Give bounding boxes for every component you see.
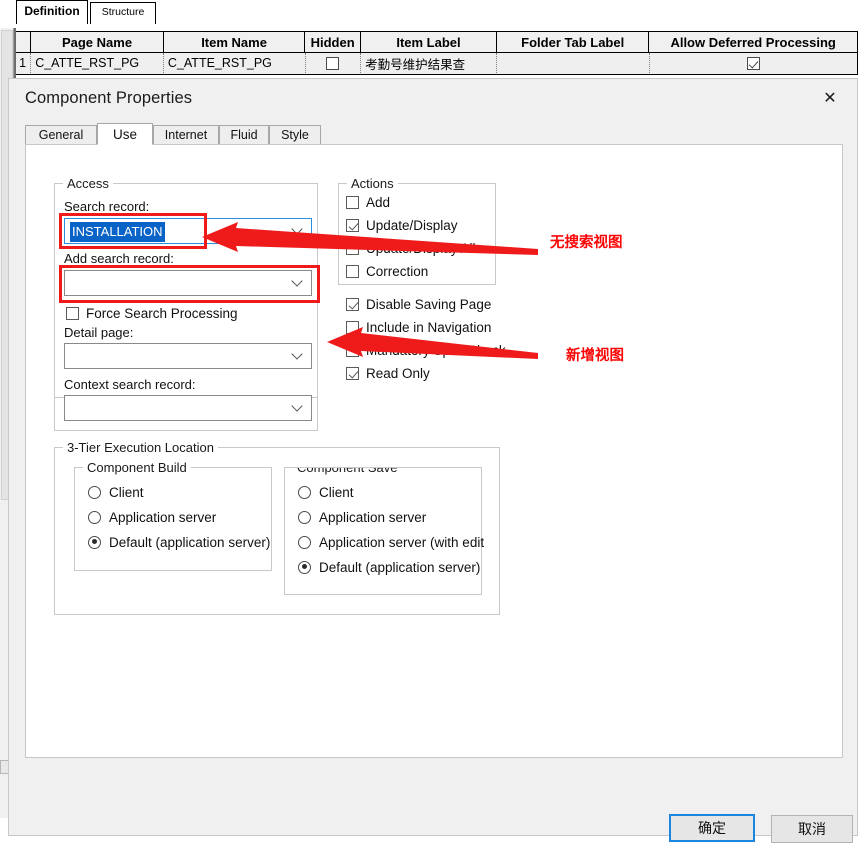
component-build-client-radio[interactable]: Client <box>88 482 144 502</box>
component-build-legend: Component Build <box>83 460 191 475</box>
grid-cell-item-name: C_ATTE_RST_PG <box>163 53 306 73</box>
close-icon[interactable]: ✕ <box>817 88 843 110</box>
read-only-label: Read Only <box>366 366 430 381</box>
grid-header-row: Page Name Item Name Hidden Item Label Fo… <box>15 32 857 53</box>
tab-style-label: Style <box>281 128 309 142</box>
grid-header-index <box>15 32 32 52</box>
component-build-app-server-label: Application server <box>109 509 217 525</box>
component-pages-grid: Page Name Item Name Hidden Item Label Fo… <box>14 31 858 75</box>
grid-header-allow-deferred: Allow Deferred Processing <box>649 32 857 52</box>
background-tabstrip: Definition Structure <box>0 0 858 26</box>
checkbox-box <box>346 242 359 255</box>
action-correction-checkbox[interactable]: Correction <box>346 262 428 281</box>
component-save-app-server-radio[interactable]: Application server <box>298 507 426 527</box>
include-in-navigation-label: Include in Navigation <box>366 320 492 335</box>
component-save-app-server-label: Application server <box>319 509 427 525</box>
annotation-label-no-search-view: 无搜索视图 <box>550 235 623 251</box>
grid-header-item-name: Item Name <box>163 32 306 52</box>
radio-circle <box>88 535 101 549</box>
tab-fluid[interactable]: Fluid <box>219 125 269 145</box>
tab-use-label: Use <box>112 127 137 142</box>
tab-internet-label: Internet <box>164 128 208 142</box>
component-save-legend: Component Save <box>293 468 402 475</box>
radio-circle <box>298 485 311 499</box>
grid-cell-page-name: C_ATTE_RST_PG <box>31 53 164 73</box>
component-properties-dialog: Component Properties ✕ General Use Inter… <box>8 78 858 843</box>
checkbox-box <box>346 265 359 278</box>
action-update-display-label: Update/Display <box>366 218 458 233</box>
component-build-app-server-radio[interactable]: Application server <box>88 507 216 527</box>
tab-use[interactable]: Use <box>97 123 153 145</box>
checkbox-box <box>346 219 359 232</box>
action-add-label: Add <box>366 195 391 210</box>
component-build-default-radio[interactable]: Default (application server) <box>88 532 270 552</box>
grid-cell-item-label: 考勤号维护结果查 <box>361 53 498 73</box>
action-update-display-all-label: Update/Display All <box>366 241 476 256</box>
grid-header-folder-tab-label: Folder Tab Label <box>497 32 650 52</box>
background-tab-definition-label: Definition <box>24 4 80 18</box>
background-tab-structure-label: Structure <box>101 6 145 18</box>
tab-general-label: General <box>38 128 84 142</box>
component-save-default-radio[interactable]: Default (application server) <box>298 557 480 577</box>
use-tab-panel: Access Search record: INSTALLATION Add s… <box>25 144 843 758</box>
include-in-navigation-checkbox[interactable]: Include in Navigation <box>346 318 491 337</box>
three-tier-group-legend: 3-Tier Execution Location <box>63 440 218 455</box>
grid-header-page-name: Page Name <box>31 32 164 52</box>
component-save-app-server-edits-label: Application server (with edits <box>319 534 484 550</box>
mandatory-spell-check-label: Mandatory Spell Check <box>366 343 506 358</box>
disable-saving-page-checkbox[interactable]: Disable Saving Page <box>346 295 491 314</box>
component-build-client-label: Client <box>109 484 144 500</box>
background-tabstrip-underline <box>0 24 858 26</box>
tab-general[interactable]: General <box>25 125 97 145</box>
background-tab-structure[interactable]: Structure <box>90 2 156 24</box>
actions-group-legend: Actions <box>347 176 398 191</box>
checkbox-box <box>346 367 359 380</box>
checkbox-box <box>346 196 359 209</box>
screen-root: Definition Structure Page Name Item Name… <box>0 0 858 852</box>
access-group-frame <box>54 183 318 431</box>
table-row[interactable]: 1 C_ATTE_RST_PG C_ATTE_RST_PG 考勤号维护结果查 <box>15 53 858 73</box>
action-correction-label: Correction <box>366 264 429 279</box>
grid-cell-folder-tab-label <box>497 53 650 73</box>
radio-circle <box>88 485 101 499</box>
cancel-button[interactable]: 取消 <box>771 815 853 843</box>
component-save-app-server-edits-radio[interactable]: Application server (with edits <box>298 532 484 552</box>
page-title: Component Properties <box>25 89 193 107</box>
disable-saving-page-label: Disable Saving Page <box>366 297 492 312</box>
tab-fluid-label: Fluid <box>230 128 258 142</box>
radio-circle <box>298 535 311 549</box>
allow-deferred-processing-checkbox[interactable] <box>746 56 760 70</box>
checkbox-box <box>346 344 359 357</box>
action-add-checkbox[interactable]: Add <box>346 193 390 212</box>
read-only-checkbox[interactable]: Read Only <box>346 364 430 383</box>
component-save-default-label: Default (application server) <box>319 559 481 575</box>
grid-header-hidden: Hidden <box>305 32 361 52</box>
annotation-label-add-view: 新增视图 <box>566 348 624 364</box>
hidden-checkbox[interactable] <box>326 56 340 70</box>
component-save-client-radio[interactable]: Client <box>298 482 354 502</box>
component-save-client-label: Client <box>319 484 354 500</box>
checkbox-box <box>346 321 359 334</box>
ok-button[interactable]: 确定 <box>669 814 755 842</box>
grid-header-item-label: Item Label <box>360 32 498 52</box>
action-update-display-all-checkbox[interactable]: Update/Display All <box>346 239 476 258</box>
checkbox-box <box>346 298 359 311</box>
ok-button-label: 确定 <box>698 821 726 837</box>
dialog-tabstrip: General Use Internet Fluid Style <box>25 123 843 145</box>
component-build-default-label: Default (application server) <box>109 534 271 550</box>
cancel-button-label: 取消 <box>798 822 826 838</box>
action-update-display-checkbox[interactable]: Update/Display <box>346 216 458 235</box>
background-tab-definition[interactable]: Definition <box>16 0 88 24</box>
radio-circle <box>298 560 311 574</box>
mandatory-spell-check-checkbox[interactable]: Mandatory Spell Check <box>346 341 506 360</box>
grid-cell-allow-deferred[interactable] <box>649 53 858 73</box>
grid-cell-hidden[interactable] <box>305 53 362 73</box>
radio-circle <box>88 510 101 524</box>
radio-circle <box>298 510 311 524</box>
tab-style[interactable]: Style <box>269 125 321 145</box>
grid-cell-index: 1 <box>15 53 32 73</box>
tab-internet[interactable]: Internet <box>153 125 219 145</box>
